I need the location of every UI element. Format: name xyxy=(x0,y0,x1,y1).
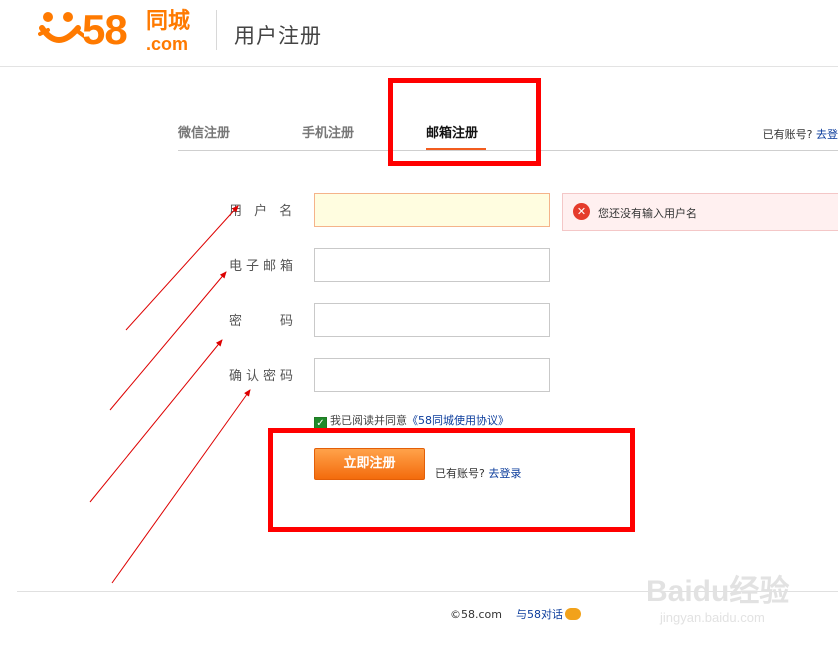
password-label: 密 码 xyxy=(229,314,298,329)
confirm-password-input[interactable] xyxy=(314,358,550,392)
logo-domain: .com xyxy=(146,34,189,54)
login-link-top[interactable]: 去登 xyxy=(816,128,838,141)
chat-bubble-icon xyxy=(565,608,581,620)
email-input[interactable] xyxy=(314,248,550,282)
agree-text: 我已阅读并同意 xyxy=(330,414,407,427)
tab-wechat-register[interactable]: 微信注册 xyxy=(178,122,230,141)
username-error-tip: ✕ 您还没有输入用户名 xyxy=(562,193,838,231)
feedback-link[interactable]: 与58对话 xyxy=(516,608,563,621)
logo-cn: 同城 xyxy=(146,9,191,34)
logo-number: 58 xyxy=(82,6,128,53)
error-icon: ✕ xyxy=(573,203,590,220)
arrow-to-confirm xyxy=(111,389,251,584)
error-message: 您还没有输入用户名 xyxy=(598,207,697,220)
arrow-to-email xyxy=(109,271,227,411)
footer: ©58.com 与58对话 xyxy=(450,606,581,622)
watermark-url: jingyan.baidu.com xyxy=(660,610,765,625)
tab-phone-register[interactable]: 手机注册 xyxy=(302,122,354,141)
have-account-top: 已有账号? 去登 xyxy=(763,126,838,142)
have-account-text: 已有账号? xyxy=(762,128,813,141)
header: 58 同城 .com 用户注册 xyxy=(0,0,838,67)
confirm-password-label: 确认密码 xyxy=(229,369,298,384)
username-label: 用 户 名 xyxy=(229,204,297,219)
agreement-link[interactable]: 《58同城使用协议》 xyxy=(407,414,509,427)
annotation-box-submit xyxy=(268,428,635,532)
site-logo[interactable]: 58 同城 .com xyxy=(38,6,203,54)
password-input[interactable] xyxy=(314,303,550,337)
arrow-to-password xyxy=(89,339,223,503)
copyright: ©58.com xyxy=(450,608,502,621)
header-divider xyxy=(216,10,217,50)
page-title: 用户注册 xyxy=(234,24,322,48)
username-input[interactable] xyxy=(314,193,550,227)
annotation-box-email-tab xyxy=(388,78,541,166)
email-label: 电子邮箱 xyxy=(229,259,298,274)
watermark-title: Baidu经验 xyxy=(646,575,790,608)
arrow-to-username xyxy=(125,205,239,331)
baidu-watermark: Baidu经验 jingyan.baidu.com xyxy=(640,566,800,626)
mascot-icon xyxy=(38,12,84,43)
